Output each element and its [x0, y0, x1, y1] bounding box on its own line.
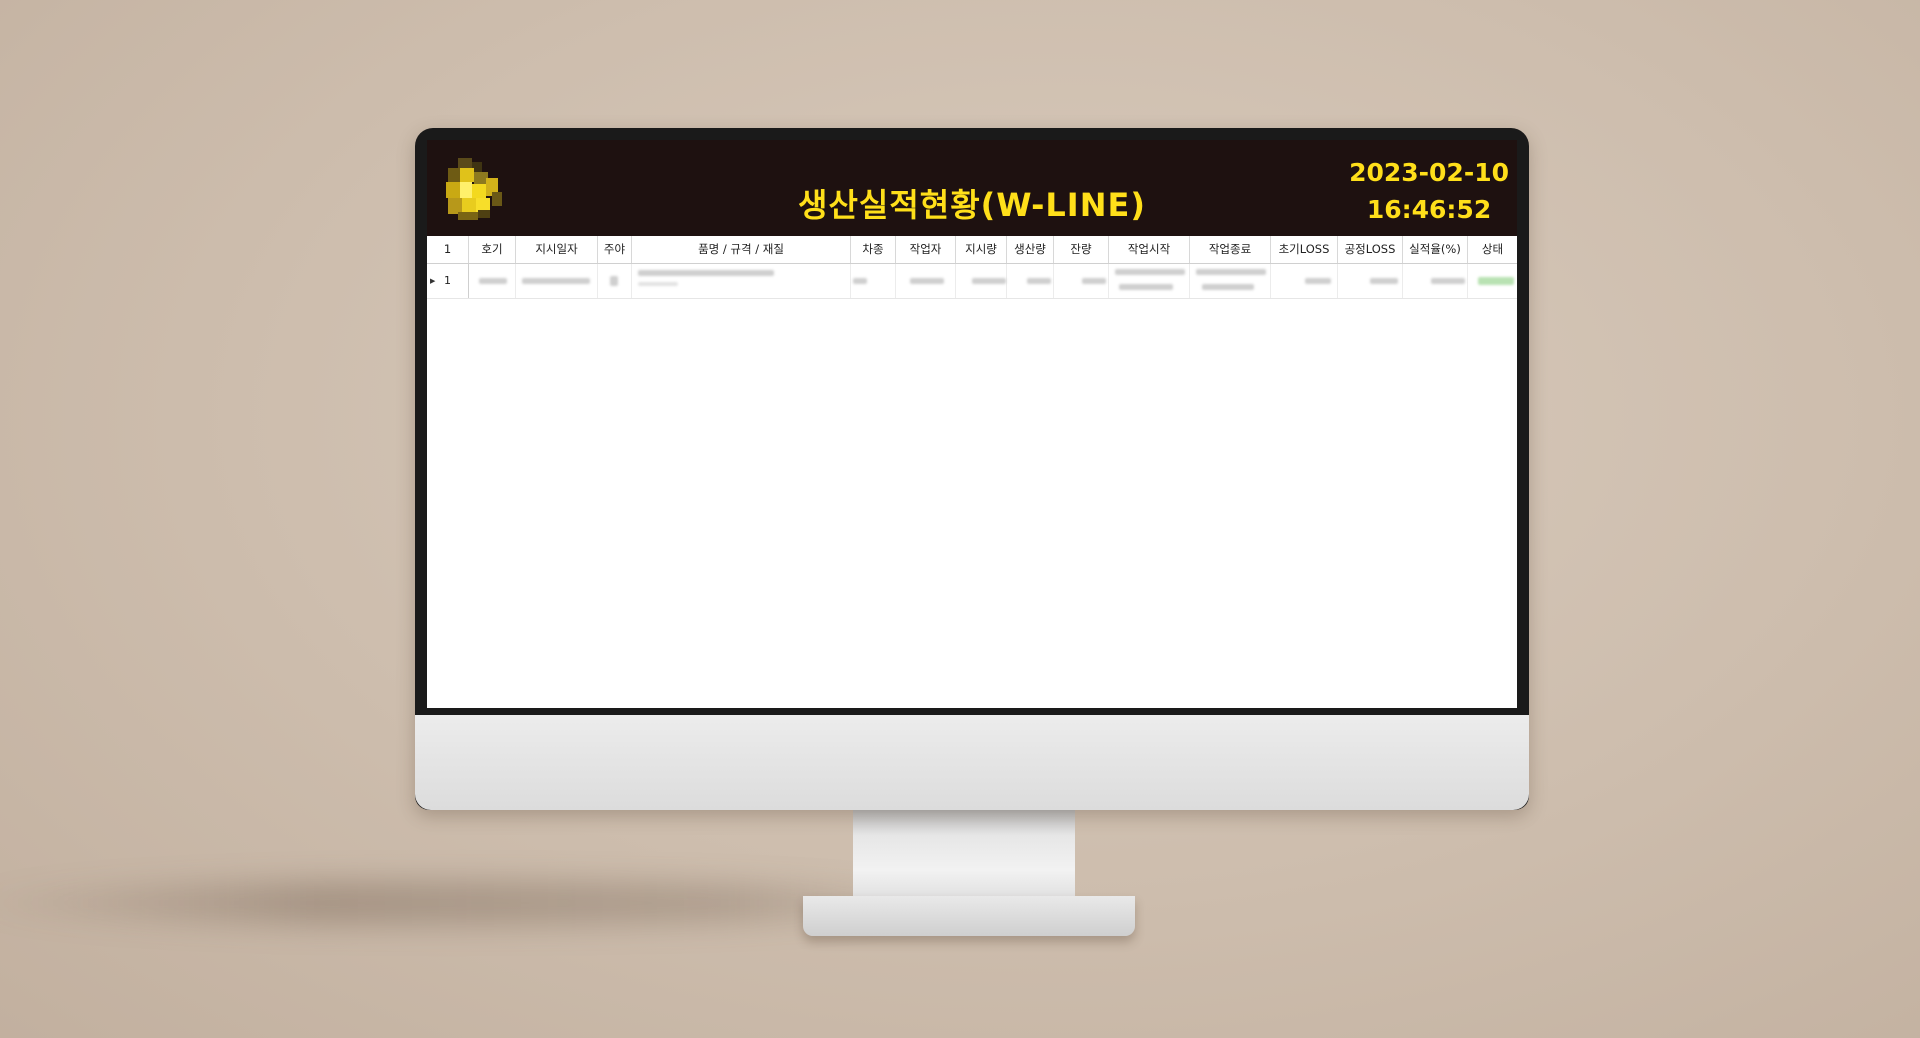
monitor-stand-neck [853, 810, 1075, 910]
cell-status [1468, 264, 1517, 298]
table-row[interactable]: ▶ 1 [427, 264, 1517, 299]
redacted-value [1027, 278, 1051, 284]
column-header-shift[interactable]: 주야 [598, 236, 632, 263]
column-header-remaining[interactable]: 잔량 [1054, 236, 1109, 263]
cell-work-end [1190, 264, 1271, 298]
column-header-order-date[interactable]: 지시일자 [516, 236, 598, 263]
redacted-value [1305, 278, 1331, 284]
redacted-value [1202, 284, 1254, 290]
column-header-order-qty[interactable]: 지시량 [956, 236, 1007, 263]
redacted-value [1082, 278, 1106, 284]
redacted-value [1115, 269, 1185, 275]
column-header-process-loss[interactable]: 공정LOSS [1338, 236, 1403, 263]
redacted-value [853, 278, 867, 284]
monitor-screen: 생산실적현황(W-LINE) 2023-02-10 16:46:52 1 호기 … [427, 140, 1517, 708]
cell-vehicle [851, 264, 896, 298]
column-header-machine[interactable]: 호기 [469, 236, 516, 263]
cell-machine [469, 264, 516, 298]
column-header-initial-loss[interactable]: 초기LOSS [1271, 236, 1338, 263]
cell-order-qty [956, 264, 1007, 298]
column-header-worker[interactable]: 작업자 [896, 236, 956, 263]
column-header-status[interactable]: 상태 [1468, 236, 1517, 263]
row-selector-icon: ▶ [430, 277, 436, 285]
cell-initial-loss [1271, 264, 1338, 298]
redacted-value [638, 270, 774, 276]
column-header-vehicle[interactable]: 차종 [851, 236, 896, 263]
cell-remaining [1054, 264, 1109, 298]
current-time: 16:46:52 [1366, 195, 1492, 224]
redacted-value [1431, 278, 1465, 284]
redacted-value [610, 276, 618, 286]
status-badge [1478, 277, 1514, 285]
redacted-value [638, 282, 678, 286]
redacted-value [522, 278, 590, 284]
column-header-produced-qty[interactable]: 생산량 [1007, 236, 1054, 263]
cell-process-loss [1338, 264, 1403, 298]
app-header: 생산실적현황(W-LINE) 2023-02-10 16:46:52 [427, 140, 1517, 236]
background-scene: 생산실적현황(W-LINE) 2023-02-10 16:46:52 1 호기 … [0, 0, 1920, 1038]
grid-header: 1 호기 지시일자 주야 품명 / 규격 / 재질 차종 작업자 지시량 생산량… [427, 236, 1517, 264]
grid-corner-cell: 1 [427, 236, 469, 263]
redacted-value [972, 278, 1006, 284]
cell-order-date [516, 264, 598, 298]
column-header-yield[interactable]: 실적율(%) [1403, 236, 1468, 263]
cell-yield [1403, 264, 1468, 298]
monitor: 생산실적현황(W-LINE) 2023-02-10 16:46:52 1 호기 … [415, 128, 1529, 810]
redacted-value [1119, 284, 1173, 290]
column-header-item[interactable]: 품명 / 규격 / 재질 [632, 236, 851, 263]
cell-worker [896, 264, 956, 298]
datetime-display: 2023-02-10 16:46:52 [1349, 154, 1509, 228]
production-grid: 1 호기 지시일자 주야 품명 / 규격 / 재질 차종 작업자 지시량 생산량… [427, 236, 1517, 708]
row-number: ▶ 1 [427, 264, 469, 298]
column-header-work-start[interactable]: 작업시작 [1109, 236, 1190, 263]
cell-shift [598, 264, 632, 298]
redacted-value [1370, 278, 1398, 284]
monitor-stand-foot [803, 896, 1135, 936]
cell-item [632, 264, 851, 298]
column-header-work-end[interactable]: 작업종료 [1190, 236, 1271, 263]
monitor-chin [415, 715, 1529, 810]
redacted-value [910, 278, 944, 284]
cell-work-start [1109, 264, 1190, 298]
redacted-value [1196, 269, 1266, 275]
cell-produced-qty [1007, 264, 1054, 298]
current-date: 2023-02-10 [1349, 158, 1509, 187]
redacted-value [479, 278, 507, 284]
